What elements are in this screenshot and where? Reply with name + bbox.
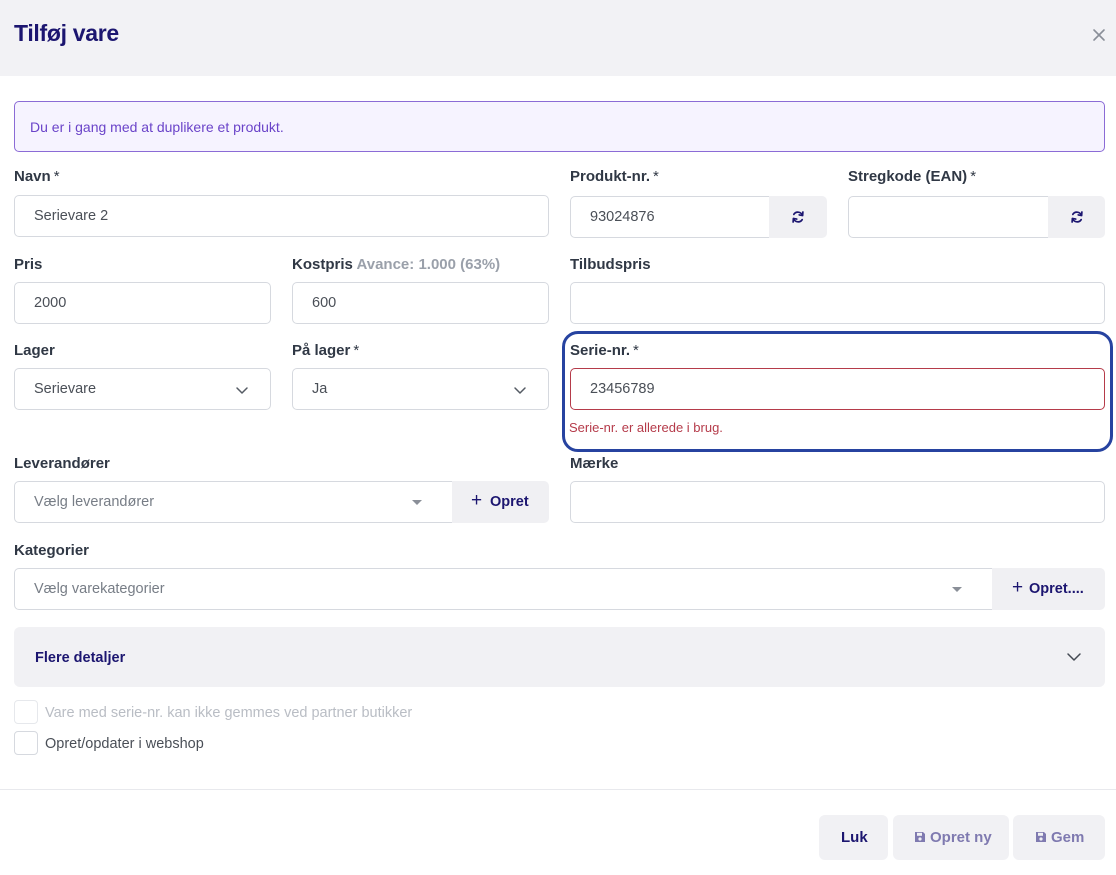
refresh-icon bbox=[1070, 211, 1083, 223]
chevron-down-icon bbox=[236, 387, 248, 394]
modal-title: Tilføj vare bbox=[14, 20, 119, 46]
refresh-icon bbox=[792, 211, 804, 223]
produkt-nr-label: Produkt-nr. * bbox=[570, 168, 659, 185]
plus-icon: + bbox=[471, 490, 483, 511]
serie-partner-label: Vare med serie-nr. kan ikke gemmes ved p… bbox=[45, 705, 413, 721]
paa-lager-select[interactable]: Ja bbox=[292, 368, 549, 410]
produkt-nr-generate-button[interactable] bbox=[769, 196, 827, 238]
save-icon bbox=[1036, 832, 1046, 842]
kategorier-placeholder: Vælg varekategorier bbox=[34, 581, 165, 597]
stregkode-input[interactable] bbox=[848, 196, 1049, 238]
leverandoerer-select[interactable]: Vælg leverandører bbox=[14, 481, 453, 523]
paa-lager-label: På lager * bbox=[292, 342, 360, 359]
kostpris-value: 600 bbox=[312, 295, 337, 311]
kategorier-select[interactable]: Vælg varekategorier bbox=[14, 568, 993, 610]
kostpris-label: Kostpris Avance: 1.000 (63%) bbox=[292, 256, 501, 273]
gem-button[interactable]: Gem bbox=[1013, 815, 1105, 860]
flere-detaljer-accordion[interactable]: Flere detaljer bbox=[14, 627, 1105, 687]
lager-select[interactable]: Serievare bbox=[14, 368, 271, 410]
pris-value: 2000 bbox=[34, 295, 67, 311]
webshop-label: Opret/opdater i webshop bbox=[45, 736, 204, 752]
leverandoerer-placeholder: Vælg leverandører bbox=[34, 494, 155, 510]
luk-button[interactable]: Luk bbox=[819, 815, 888, 860]
stregkode-generate-button[interactable] bbox=[1048, 196, 1105, 238]
pris-input[interactable]: 2000 bbox=[14, 282, 271, 324]
opret-leverandoer-button[interactable]: + Opret bbox=[452, 481, 549, 523]
maerke-input[interactable] bbox=[570, 481, 1105, 523]
leverandoerer-label: Leverandører bbox=[14, 455, 110, 472]
footer-divider bbox=[0, 789, 1116, 790]
produkt-nr-input[interactable]: 93024876 bbox=[570, 196, 770, 238]
duplicate-info-banner: Du er i gang med at duplikere et produkt… bbox=[14, 101, 1105, 152]
tilbudspris-input[interactable] bbox=[570, 282, 1105, 324]
webshop-checkbox[interactable] bbox=[14, 731, 38, 755]
caret-down-icon bbox=[412, 500, 422, 505]
navn-label: Navn * bbox=[14, 168, 60, 185]
produkt-nr-value: 93024876 bbox=[590, 209, 655, 225]
pris-label: Pris bbox=[14, 256, 43, 273]
caret-down-icon bbox=[952, 587, 962, 592]
modal-header: Tilføj vare bbox=[0, 0, 1116, 76]
kategorier-label: Kategorier bbox=[14, 542, 90, 559]
banner-text: Du er i gang med at duplikere et produkt… bbox=[30, 119, 284, 135]
serie-nr-error: Serie-nr. er allerede i brug. bbox=[569, 420, 723, 435]
serie-nr-label: Serie-nr. * bbox=[570, 342, 639, 359]
navn-value: Serievare 2 bbox=[34, 208, 109, 224]
opret-ny-button[interactable]: Opret ny bbox=[893, 815, 1009, 860]
navn-input[interactable]: Serievare 2 bbox=[14, 195, 549, 237]
lager-label: Lager bbox=[14, 342, 55, 359]
stregkode-label: Stregkode (EAN) * bbox=[848, 168, 977, 185]
close-icon[interactable] bbox=[1089, 25, 1109, 45]
avance-hint: Avance: 1.000 (63%) bbox=[356, 256, 501, 273]
opret-kategori-button[interactable]: + Opret.... bbox=[992, 568, 1105, 610]
maerke-label: Mærke bbox=[570, 455, 619, 472]
save-icon bbox=[915, 832, 925, 842]
tilbudspris-label: Tilbudspris bbox=[570, 256, 651, 273]
flere-detaljer-label: Flere detaljer bbox=[35, 650, 126, 666]
chevron-down-icon bbox=[514, 387, 526, 394]
serie-nr-value: 23456789 bbox=[590, 381, 655, 397]
serie-nr-input[interactable]: 23456789 bbox=[570, 368, 1105, 410]
chevron-down-icon bbox=[1067, 653, 1081, 661]
serie-partner-checkbox[interactable] bbox=[14, 700, 38, 724]
paa-lager-value: Ja bbox=[312, 381, 328, 397]
plus-icon: + bbox=[1012, 577, 1024, 598]
lager-value: Serievare bbox=[34, 381, 97, 397]
kostpris-input[interactable]: 600 bbox=[292, 282, 549, 324]
